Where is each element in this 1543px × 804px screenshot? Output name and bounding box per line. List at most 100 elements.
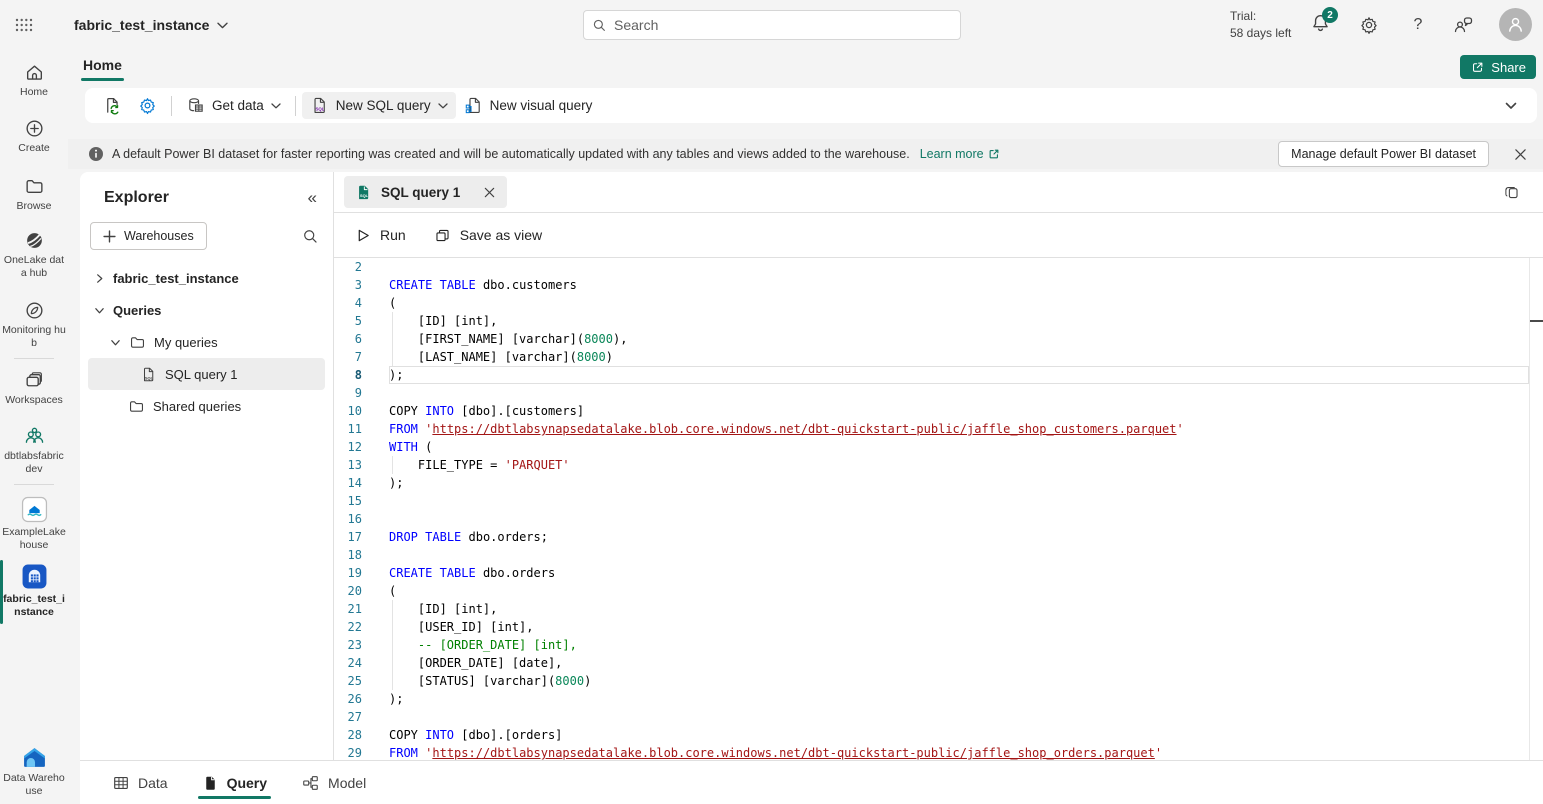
line-number[interactable]: 8 [334,366,389,384]
save-as-view-button[interactable]: Save as view [424,220,552,250]
line-number[interactable]: 29 [334,744,389,760]
sidebar-item-dbtlabsfabricdev[interactable]: dbtlabsfabricdev [0,426,68,476]
collapse-explorer-button[interactable]: « [308,188,317,208]
code-line[interactable]: ); [389,366,1529,384]
line-number[interactable]: 17 [334,528,389,546]
code-line[interactable]: [LAST_NAME] [varchar](8000) [389,348,1529,366]
code-line[interactable]: [FIRST_NAME] [varchar](8000), [389,330,1529,348]
sidebar-item-home[interactable]: Home [0,62,68,99]
code-line[interactable] [389,384,1529,402]
line-number[interactable]: 23 [334,636,389,654]
code-line[interactable]: DROP TABLE dbo.orders; [389,528,1529,546]
sidebar-item-fabric-test-instance[interactable]: fabric_test_instance [0,563,68,619]
chevron-down-icon[interactable] [94,305,105,316]
sidebar-item-browse[interactable]: Browse [0,176,68,213]
line-number[interactable]: 14 [334,474,389,492]
line-number[interactable]: 25 [334,672,389,690]
close-icon[interactable] [483,186,496,199]
code-line[interactable]: FILE_TYPE = 'PARQUET' [389,456,1529,474]
new-sql-query-button[interactable]: SQL New SQL query [302,92,456,119]
trial-status[interactable]: Trial: 58 days left [1230,8,1291,42]
copy-button[interactable] [1503,184,1520,201]
avatar[interactable] [1499,8,1532,41]
line-number[interactable]: 24 [334,654,389,672]
code-line[interactable]: CREATE TABLE dbo.customers [389,276,1529,294]
tab-model[interactable]: Model [289,761,378,804]
search-input[interactable] [614,17,952,33]
line-number[interactable]: 15 [334,492,389,510]
collapse-ribbon-button[interactable] [1505,102,1517,110]
code-line[interactable]: [STATUS] [varchar](8000) [389,672,1529,690]
sidebar-item-create[interactable]: Create [0,118,68,155]
tab-home[interactable]: Home [83,57,122,75]
help-button[interactable]: ? [1407,14,1429,36]
code-line[interactable] [389,546,1529,564]
add-warehouses-button[interactable]: Warehouses [90,222,207,250]
line-number[interactable]: 28 [334,726,389,744]
tree-item-sql-query-1[interactable]: SQL SQL query 1 [88,358,325,390]
sidebar-item-onelake-data-hub[interactable]: OneLake data hub [0,230,68,280]
settings-button[interactable] [1358,14,1380,36]
line-number[interactable]: 26 [334,690,389,708]
new-visual-query-button[interactable]: New visual query [456,92,601,119]
code-line[interactable]: FROM 'https://dbtlabsynapsedatalake.blob… [389,744,1529,760]
tab-data[interactable]: Data [100,761,180,804]
code-line[interactable]: COPY INTO [dbo].[orders] [389,726,1529,744]
code-line[interactable] [389,258,1529,276]
tab-query[interactable]: Query [190,761,279,804]
code-line[interactable] [389,708,1529,726]
global-search[interactable] [583,10,961,40]
line-number-gutter[interactable]: 2345678910111213141516171819202122232425… [334,258,389,760]
chevron-down-icon[interactable] [110,337,121,348]
learn-more-link[interactable]: Learn more [920,147,1000,161]
line-number[interactable]: 11 [334,420,389,438]
line-number[interactable]: 16 [334,510,389,528]
line-number[interactable]: 10 [334,402,389,420]
code-line[interactable]: ); [389,690,1529,708]
line-number[interactable]: 9 [334,384,389,402]
manage-dataset-button[interactable]: Manage default Power BI dataset [1278,141,1489,167]
tree-item-my-queries[interactable]: My queries [80,326,333,358]
line-number[interactable]: 7 [334,348,389,366]
sql-code-editor[interactable]: 2345678910111213141516171819202122232425… [334,258,1543,760]
sidebar-item-monitoring-hub[interactable]: Monitoring hub [0,300,68,350]
query-tab[interactable]: SQL SQL query 1 [344,176,507,208]
tree-item-warehouse-root[interactable]: fabric_test_instance [80,262,333,294]
share-button[interactable]: Share [1460,55,1536,79]
code-line[interactable]: CREATE TABLE dbo.orders [389,564,1529,582]
code-line[interactable]: WITH ( [389,438,1529,456]
line-number[interactable]: 20 [334,582,389,600]
line-number[interactable]: 18 [334,546,389,564]
code-line[interactable] [389,492,1529,510]
explorer-search-button[interactable] [302,228,319,245]
code-line[interactable]: [USER_ID] [int], [389,618,1529,636]
line-number[interactable]: 3 [334,276,389,294]
line-number[interactable]: 12 [334,438,389,456]
chevron-right-icon[interactable] [94,273,105,284]
banner-close-button[interactable] [1511,145,1529,163]
line-number[interactable]: 2 [334,258,389,276]
get-data-button[interactable]: Get data [178,92,289,119]
code-line[interactable]: ); [389,474,1529,492]
code-line[interactable]: [ID] [int], [389,312,1529,330]
sidebar-item-workspaces[interactable]: Workspaces [0,370,68,407]
code-line[interactable]: [ID] [int], [389,600,1529,618]
line-number[interactable]: 5 [334,312,389,330]
line-number[interactable]: 21 [334,600,389,618]
code-line[interactable]: FROM 'https://dbtlabsynapsedatalake.blob… [389,420,1529,438]
line-number[interactable]: 22 [334,618,389,636]
line-number[interactable]: 4 [334,294,389,312]
tree-item-queries[interactable]: Queries [80,294,333,326]
line-number[interactable]: 19 [334,564,389,582]
code-line[interactable] [389,510,1529,528]
code-content[interactable]: CREATE TABLE dbo.customers( [ID] [int], … [389,258,1529,760]
code-line[interactable]: COPY INTO [dbo].[customers] [389,402,1529,420]
line-number[interactable]: 27 [334,708,389,726]
app-launcher-icon[interactable] [0,0,48,50]
line-number[interactable]: 13 [334,456,389,474]
code-line[interactable]: -- [ORDER_DATE] [int], [389,636,1529,654]
code-line[interactable]: ( [389,582,1529,600]
tree-item-shared-queries[interactable]: Shared queries [80,390,333,422]
run-button[interactable]: Run [346,220,416,250]
code-line[interactable]: ( [389,294,1529,312]
